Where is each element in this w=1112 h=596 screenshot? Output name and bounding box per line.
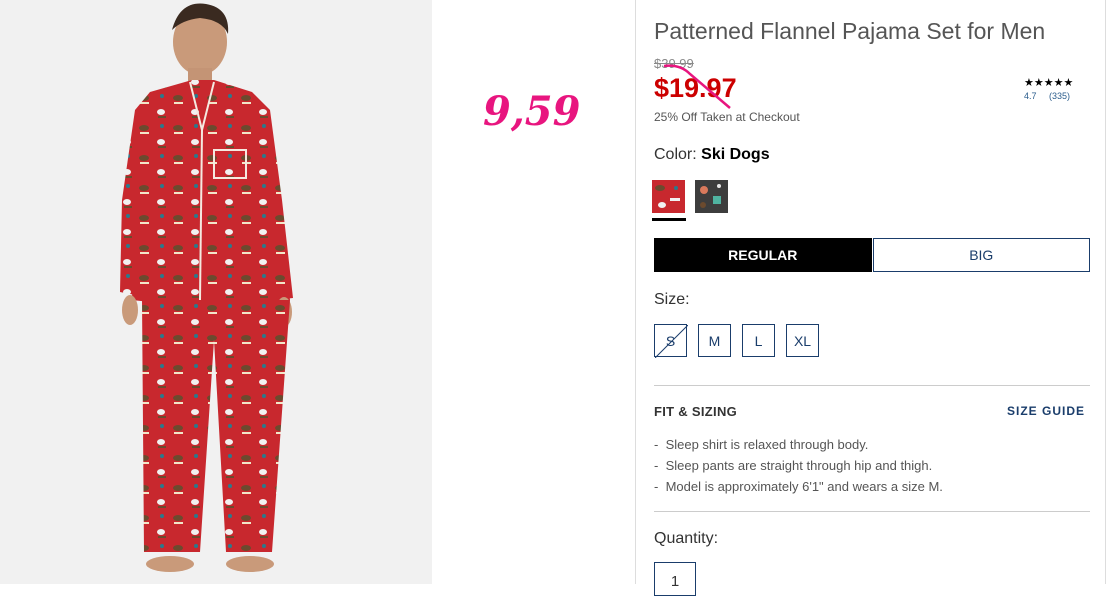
quantity-label: Quantity: (654, 530, 719, 547)
fit-details-list: - Sleep shirt is relaxed through body. -… (654, 434, 943, 497)
tab-regular[interactable]: REGULAR (654, 238, 872, 272)
product-image[interactable] (0, 0, 432, 584)
list-item: - Sleep pants are straight through hip a… (654, 458, 933, 473)
size-l-button[interactable]: L (742, 324, 775, 357)
quantity-input[interactable]: 1 (654, 562, 696, 596)
size-label: Size: (654, 291, 690, 308)
rating-summary[interactable]: ★★★★★ 4.7 (335) (1024, 76, 1080, 101)
fit-selector: REGULAR BIG (654, 238, 1090, 272)
discount-note: 25% Off Taken at Checkout (654, 110, 800, 124)
size-guide-link[interactable]: SIZE GUIDE (1007, 404, 1085, 418)
tab-big[interactable]: BIG (872, 238, 1090, 272)
review-count[interactable]: (335) (1049, 91, 1070, 101)
divider (654, 385, 1090, 386)
size-m-button[interactable]: M (698, 324, 731, 357)
divider (654, 511, 1090, 512)
handwritten-price-annotation: 9,59 (483, 88, 581, 135)
color-swatch-dark-print[interactable] (695, 180, 728, 213)
color-swatch-ski-dogs[interactable] (652, 180, 685, 213)
list-item: - Model is approximately 6'1" and wears … (654, 479, 943, 494)
selected-color-name: Ski Dogs (701, 146, 770, 163)
size-options: S M L XL (654, 324, 830, 358)
fit-sizing-heading: FIT & SIZING (654, 404, 738, 419)
unavailable-slash-icon (655, 325, 688, 358)
panel-divider-right (1105, 0, 1106, 584)
panel-divider (635, 0, 636, 584)
color-label: Color: Ski Dogs (654, 146, 770, 163)
rating-score: 4.7 (1024, 91, 1037, 101)
selected-swatch-indicator (652, 218, 686, 221)
list-item: - Sleep shirt is relaxed through body. (654, 437, 869, 452)
handwritten-strike-mark (663, 64, 731, 109)
size-xl-button[interactable]: XL (786, 324, 819, 357)
size-s-button[interactable]: S (654, 324, 688, 358)
product-title: Patterned Flannel Pajama Set for Men (654, 18, 1046, 44)
star-rating-icon: ★★★★★ (1024, 77, 1074, 89)
